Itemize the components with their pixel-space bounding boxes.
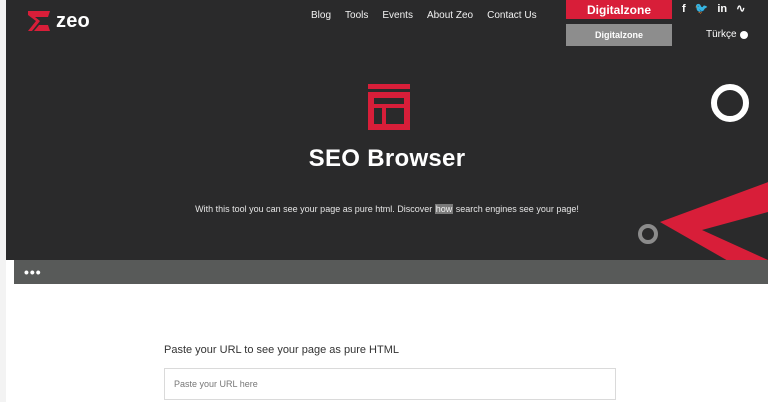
logo-text: zeo [56,9,90,32]
page-title: SEO Browser [308,145,466,172]
language-label: Türkçe [706,29,737,40]
zeo-logo[interactable]: zeo [26,8,90,34]
subtitle-text-before: With this tool you can see your page as … [195,204,435,214]
tool-content: Paste your URL to see your page as pure … [14,284,768,402]
seo-browser-tool-icon [366,84,412,135]
decorative-ring-large [711,84,749,122]
globe-icon [739,30,748,39]
nav-events[interactable]: Events [382,10,413,21]
linkedin-icon[interactable]: in [717,3,727,15]
page-subtitle: With this tool you can see your page as … [6,204,768,214]
twitter-icon[interactable]: 🐦 [695,2,709,15]
rss-icon[interactable]: ∿ [736,2,745,15]
url-input[interactable] [164,368,616,400]
hero-section: zeo Blog Tools Events About Zeo Contact … [6,0,768,260]
subtitle-text-after: search engines see your page! [453,204,579,214]
nav-blog[interactable]: Blog [311,10,331,21]
subtitle-highlight: how [434,204,454,214]
nav-contact-us[interactable]: Contact Us [487,10,536,21]
decorative-ring-small [638,224,658,244]
nav-tools[interactable]: Tools [345,10,368,21]
digitalzone-sub-button[interactable]: Digitalzone [566,24,672,46]
facebook-icon[interactable]: f [682,3,686,15]
zeo-logo-icon [28,11,50,31]
social-links: f 🐦 in ∿ [682,2,745,16]
url-field-label: Paste your URL to see your page as pure … [164,344,399,356]
tool-toolbar: ••• [14,260,768,284]
digitalzone-button[interactable]: Digitalzone [566,0,672,19]
decorative-red-shape [660,182,768,260]
more-options-icon[interactable]: ••• [24,264,42,280]
main-nav: Blog Tools Events About Zeo Contact Us [311,10,551,21]
nav-about-zeo[interactable]: About Zeo [427,10,473,21]
language-switch[interactable]: Türkçe [706,29,748,40]
